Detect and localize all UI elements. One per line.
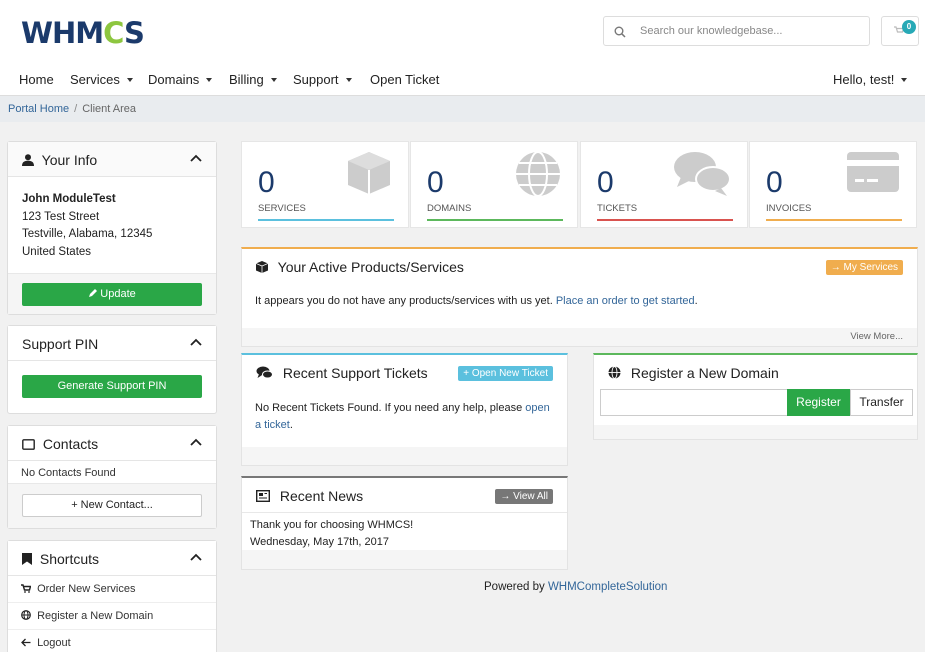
- register-domain-title: Register a New Domain: [630, 365, 779, 381]
- arrow-left-icon: [21, 638, 31, 647]
- chevron-up-icon[interactable]: [190, 438, 202, 446]
- newspaper-icon: [255, 489, 271, 503]
- cube-icon: [348, 152, 390, 194]
- no-tickets-message: No Recent Tickets Found. If you need any…: [255, 402, 550, 431]
- search-box[interactable]: [603, 16, 870, 46]
- services-label: SERVICES: [258, 203, 306, 214]
- nav-home[interactable]: Home: [19, 72, 54, 87]
- caret-down-icon: [206, 78, 213, 82]
- domain-input[interactable]: [600, 389, 788, 416]
- tickets-label: TICKETS: [597, 203, 638, 214]
- new-contact-button[interactable]: + New Contact...: [22, 494, 202, 517]
- stat-tile-tickets[interactable]: 0 TICKETS: [580, 141, 748, 228]
- pencil-icon: [89, 289, 98, 297]
- credit-card-icon: [847, 152, 899, 192]
- domains-count: 0: [427, 166, 444, 199]
- search-input[interactable]: [640, 22, 860, 40]
- search-icon: [614, 26, 626, 38]
- address-card-icon: [22, 439, 35, 450]
- comments-icon: [256, 366, 273, 379]
- comments-icon: [674, 152, 731, 196]
- cart-button[interactable]: 0: [881, 16, 919, 46]
- chevron-up-icon[interactable]: [190, 553, 202, 561]
- shortcut-logout[interactable]: Logout: [8, 630, 216, 652]
- shortcut-order-new-services[interactable]: Order New Services: [8, 576, 216, 603]
- contacts-panel: Contacts No Contacts Found + New Contact…: [7, 425, 217, 529]
- cube-icon: [255, 261, 269, 273]
- shortcut-register-domain[interactable]: Register a New Domain: [8, 603, 216, 630]
- whmcs-logo[interactable]: WHMCS: [21, 16, 145, 50]
- client-name: John ModuleTest: [22, 193, 116, 205]
- recent-news-title: Recent News: [279, 488, 364, 504]
- powered-by: Powered by WHMCompleteSolution: [484, 581, 668, 593]
- chevron-up-icon[interactable]: [190, 154, 202, 162]
- header: WHMCS 0: [0, 0, 925, 60]
- globe-icon: [608, 366, 621, 379]
- update-button[interactable]: Update: [22, 283, 202, 306]
- contacts-title: Contacts: [42, 436, 99, 452]
- support-pin-title: Support PIN: [22, 336, 99, 352]
- caret-down-icon: [270, 78, 277, 82]
- view-all-button[interactable]: → View All: [495, 489, 553, 504]
- caret-down-icon: [126, 78, 133, 82]
- breadcrumb-current: Client Area: [82, 103, 137, 115]
- client-street: 123 Test Street: [22, 210, 100, 223]
- my-services-button[interactable]: → My Services: [825, 260, 903, 275]
- caret-down-icon: [901, 78, 908, 82]
- register-domain-card: Register a New Domain Register Transfer: [593, 353, 918, 440]
- whmcs-link[interactable]: WHMCompleteSolution: [548, 581, 668, 593]
- services-count: 0: [258, 166, 275, 199]
- stat-tile-domains[interactable]: 0 DOMAINS: [410, 141, 578, 228]
- open-new-ticket-button[interactable]: + Open New Ticket: [458, 366, 553, 381]
- your-info-title: Your Info: [41, 152, 98, 168]
- client-country: United States: [22, 245, 92, 258]
- nav-billing[interactable]: Billing: [229, 72, 277, 87]
- shortcuts-panel: Shortcuts Order New Services Register a …: [7, 540, 217, 652]
- recent-tickets-card: Recent Support Tickets + Open New Ticket…: [241, 353, 568, 466]
- view-more-link[interactable]: View More...: [850, 331, 903, 342]
- register-button[interactable]: Register: [787, 389, 850, 416]
- breadcrumb-portal-home[interactable]: Portal Home: [8, 103, 69, 115]
- nav-user-menu[interactable]: Hello, test!: [833, 72, 908, 87]
- globe-icon: [21, 610, 31, 620]
- stat-tile-invoices[interactable]: 0 INVOICES: [749, 141, 917, 228]
- main-nav: Home Services Domains Billing Support Op…: [0, 66, 925, 95]
- user-icon: [22, 154, 34, 166]
- client-city: Testville, Alabama, 12345: [22, 228, 153, 240]
- no-contacts-text: No Contacts Found: [21, 467, 116, 479]
- news-date: Wednesday, May 17th, 2017: [250, 535, 390, 548]
- bookmark-icon: [22, 553, 32, 565]
- invoices-label: INVOICES: [766, 203, 812, 214]
- invoices-count: 0: [766, 166, 783, 199]
- globe-icon: [516, 151, 560, 197]
- tickets-count: 0: [597, 166, 614, 199]
- nav-support[interactable]: Support: [293, 72, 352, 87]
- transfer-button[interactable]: Transfer: [850, 389, 913, 416]
- news-item[interactable]: Thank you for choosing WHMCS! Wednesday,…: [250, 517, 413, 550]
- caret-down-icon: [345, 78, 352, 82]
- active-products-title: Your Active Products/Services: [277, 259, 464, 275]
- stat-tile-services[interactable]: 0 SERVICES: [241, 141, 409, 228]
- your-info-panel: Your Info John ModuleTest 123 Test Stree…: [7, 141, 217, 315]
- cart-count-badge: 0: [902, 20, 916, 34]
- nav-open-ticket[interactable]: Open Ticket: [370, 72, 439, 87]
- news-headline: Thank you for choosing WHMCS!: [250, 519, 414, 531]
- shortcuts-title: Shortcuts: [39, 551, 100, 567]
- recent-news-card: Recent News → View All Thank you for cho…: [241, 476, 568, 570]
- breadcrumb: Portal Home / Client Area: [0, 95, 925, 122]
- recent-tickets-title: Recent Support Tickets: [282, 365, 428, 381]
- active-products-card: Your Active Products/Services → My Servi…: [241, 247, 918, 347]
- nav-domains[interactable]: Domains: [148, 72, 213, 87]
- nav-services[interactable]: Services: [70, 72, 133, 87]
- cart-icon: [21, 584, 32, 593]
- generate-support-pin-button[interactable]: Generate Support PIN: [22, 375, 202, 398]
- support-pin-panel: Support PIN Generate Support PIN: [7, 325, 217, 414]
- place-order-link[interactable]: Place an order to get started: [556, 295, 695, 307]
- chevron-up-icon[interactable]: [190, 338, 202, 346]
- domains-label: DOMAINS: [427, 203, 472, 214]
- no-products-message: It appears you do not have any products/…: [255, 295, 698, 307]
